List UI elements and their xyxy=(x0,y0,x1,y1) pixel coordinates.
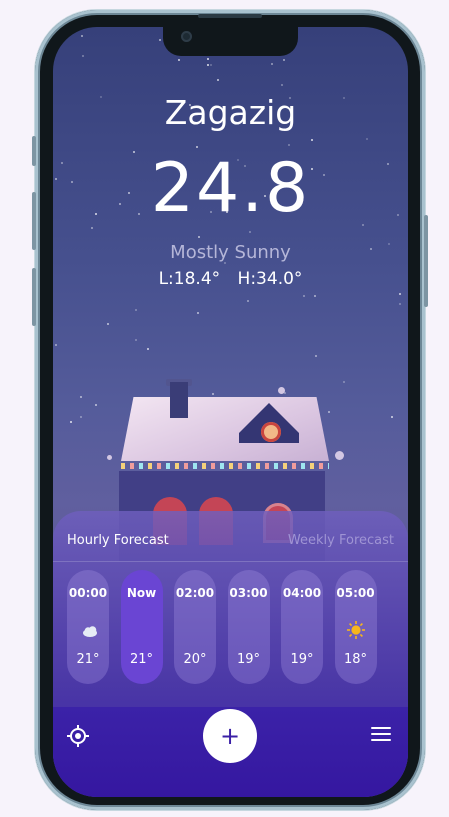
menu-icon[interactable] xyxy=(371,727,391,743)
star xyxy=(178,59,180,61)
star xyxy=(288,144,290,146)
star xyxy=(70,421,72,423)
moon-icon xyxy=(121,620,163,640)
star xyxy=(303,295,305,297)
front-camera xyxy=(181,31,192,42)
star xyxy=(283,59,285,61)
hourly-time: 02:00 xyxy=(175,586,215,600)
weather-condition: Mostly Sunny xyxy=(170,242,291,263)
star xyxy=(281,84,283,86)
star xyxy=(95,404,97,406)
side-button-volume-down xyxy=(32,268,36,326)
star xyxy=(315,355,317,357)
crosshair-icon[interactable] xyxy=(67,725,89,747)
hourly-time: Now xyxy=(126,586,157,600)
star xyxy=(196,146,198,148)
side-button-power xyxy=(424,215,428,307)
hourly-card[interactable]: 02:00 20° xyxy=(174,570,216,684)
floating-orb xyxy=(278,387,285,394)
moon-icon xyxy=(174,620,216,640)
tab-hourly-forecast[interactable]: Hourly Forecast xyxy=(67,533,169,548)
city-name: Zagazig xyxy=(164,93,297,132)
star xyxy=(81,35,83,37)
house-round-window xyxy=(261,422,281,442)
tab-weekly-forecast[interactable]: Weekly Forecast xyxy=(288,533,394,548)
hourly-temperature: 20° xyxy=(183,652,207,667)
hourly-temperature: 18° xyxy=(343,652,368,667)
star xyxy=(399,293,401,295)
cloud-moon-icon xyxy=(67,620,109,640)
hourly-time: 03:00 xyxy=(229,586,268,600)
star xyxy=(271,63,273,65)
star xyxy=(399,303,401,305)
sun-icon xyxy=(335,620,377,640)
hourly-time: 04:00 xyxy=(282,586,322,600)
low-high-temperature: L:18.4° H:34.0° xyxy=(53,269,408,289)
forecast-divider xyxy=(53,561,408,562)
star xyxy=(198,236,200,238)
star xyxy=(249,231,251,233)
moon-icon xyxy=(228,620,270,640)
hourly-temperature: 19° xyxy=(290,652,314,667)
earpiece-speaker xyxy=(198,14,262,18)
phone-notch xyxy=(163,27,298,56)
star xyxy=(159,39,161,41)
star xyxy=(210,64,212,66)
hourly-temperature: 21° xyxy=(129,652,154,667)
low-temperature: L:18.4° xyxy=(158,269,221,289)
side-button-silent xyxy=(32,136,36,166)
star xyxy=(247,300,249,302)
star xyxy=(366,138,368,140)
hourly-time: 00:00 xyxy=(68,586,108,600)
hourly-card[interactable]: 00:00 21° xyxy=(67,570,109,684)
moon-icon xyxy=(281,620,323,640)
high-temperature: H:34.0° xyxy=(237,269,303,289)
current-temperature: 24.8 xyxy=(150,149,311,228)
star xyxy=(107,323,109,325)
star xyxy=(217,79,219,81)
star xyxy=(82,55,84,57)
star xyxy=(147,348,149,350)
add-location-button[interactable]: + xyxy=(203,709,257,763)
hourly-card[interactable]: 03:00 19° xyxy=(227,570,270,684)
star xyxy=(80,396,82,398)
app-screen: Zagazig 24.8 Mostly Sunny L:18.4° H:34.0… xyxy=(53,27,408,797)
star xyxy=(135,339,137,341)
hourly-time: 05:00 xyxy=(336,586,375,600)
star xyxy=(314,295,316,297)
hourly-card[interactable]: Now 21° xyxy=(120,570,163,684)
floating-orb xyxy=(335,451,344,460)
house-roof xyxy=(121,397,329,461)
floating-orb xyxy=(107,455,112,460)
string-lights xyxy=(121,463,329,469)
hourly-card[interactable]: 05:00 18° xyxy=(334,570,377,684)
star xyxy=(80,416,82,418)
star xyxy=(207,58,209,60)
hourly-temperature: 21° xyxy=(76,652,100,667)
star xyxy=(311,139,313,141)
hourly-temperature: 19° xyxy=(236,652,261,667)
hourly-card[interactable]: 04:00 19° xyxy=(281,570,323,684)
star xyxy=(391,416,393,418)
star xyxy=(135,309,137,311)
star xyxy=(197,312,199,314)
house-chimney xyxy=(170,382,188,418)
side-button-volume-up xyxy=(32,192,36,250)
hourly-forecast-list[interactable]: 00:00 21° Now 21° 02:00 20° 03:00 19° 04:00 19° 05… xyxy=(67,570,408,690)
star xyxy=(55,344,57,346)
star xyxy=(207,64,209,66)
